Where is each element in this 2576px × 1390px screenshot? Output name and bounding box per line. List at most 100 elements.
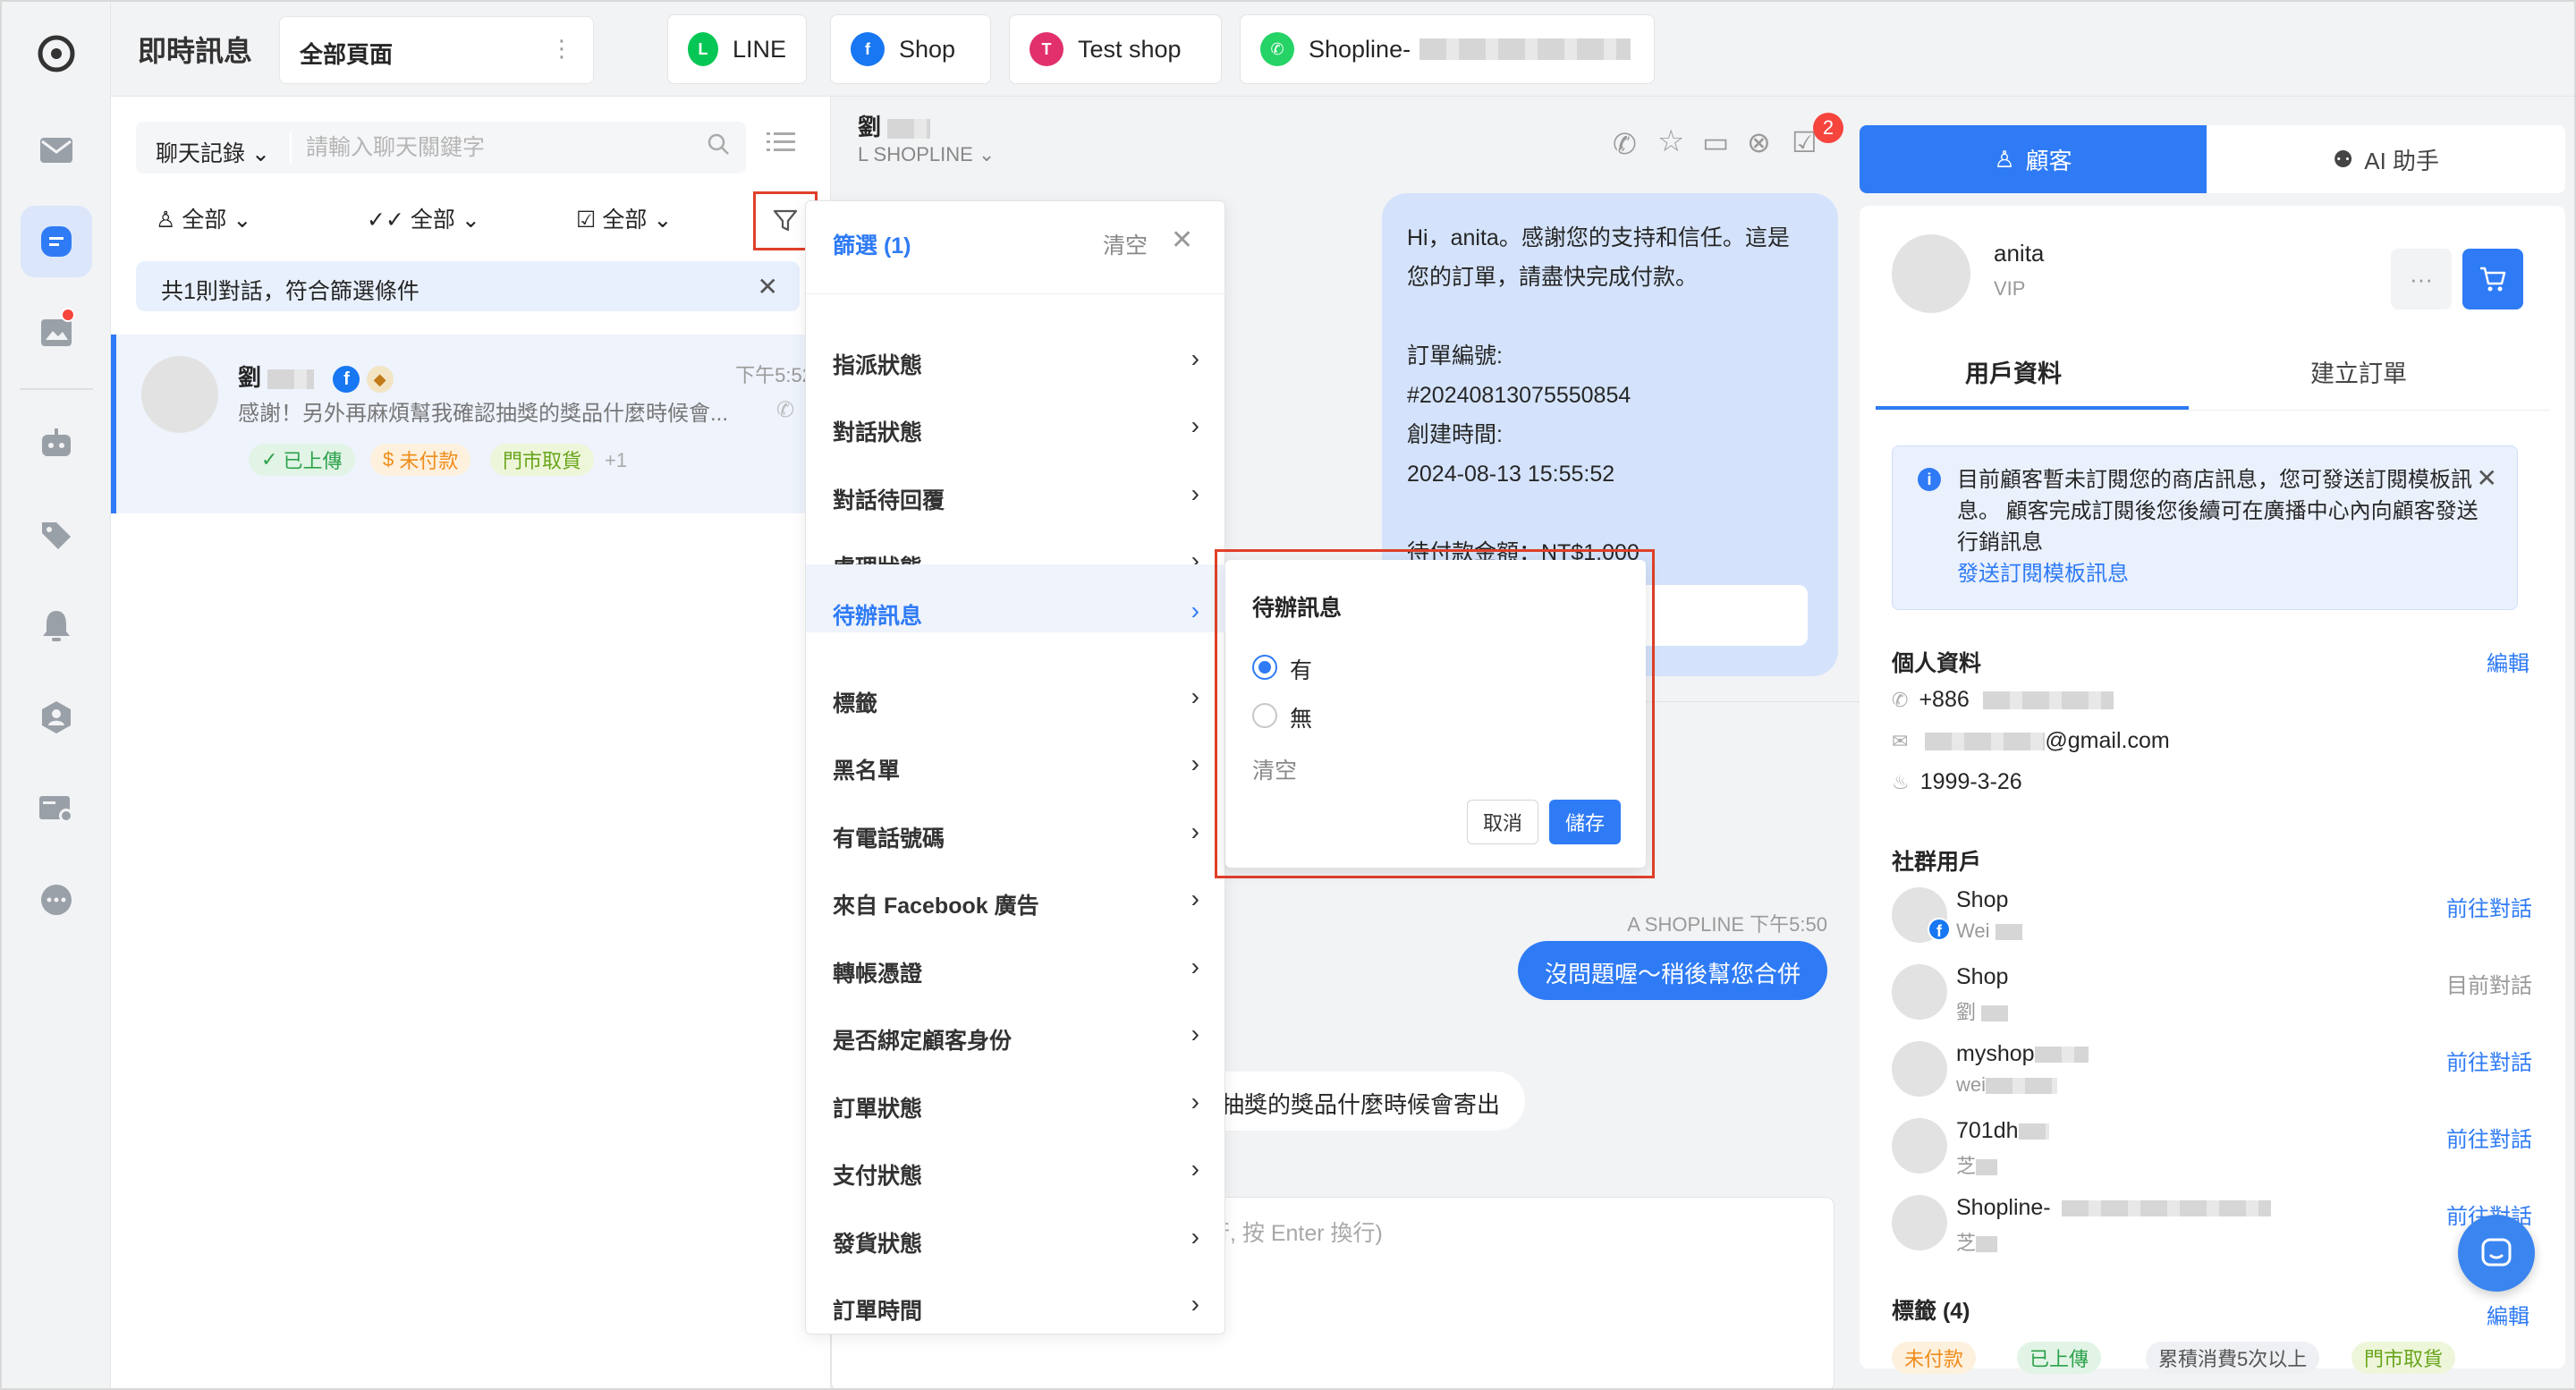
- shop-multi-icon: f: [851, 32, 885, 66]
- send-subscription-link[interactable]: 發送訂閱模板訊息: [1957, 558, 2492, 589]
- personal-info-title: 個人資料: [1892, 651, 1982, 676]
- avatar: [141, 356, 218, 433]
- filter-item-order-status[interactable]: 訂單狀態 ›: [806, 1072, 1226, 1138]
- tab-customer[interactable]: ♙ 顧客: [1860, 125, 2207, 193]
- left-sidebar: [2, 2, 111, 1388]
- chevron-right-icon: ›: [1191, 1223, 1199, 1250]
- channel-tab-label: Shopline-: [1309, 35, 1411, 63]
- avatar: [1892, 234, 1970, 313]
- filter-item-awaiting-reply[interactable]: 對話待回覆 ›: [806, 463, 1226, 530]
- go-to-conversation-link[interactable]: 前往對話: [2446, 1045, 2532, 1076]
- filter-item-tags[interactable]: 標籤 ›: [806, 666, 1226, 733]
- tag-store-pickup: 門市取貨: [490, 444, 595, 476]
- close-icon[interactable]: ✕: [2477, 462, 2497, 494]
- tag-unpaid: 未付款: [1892, 1342, 1977, 1374]
- settings-card-icon[interactable]: [21, 773, 92, 844]
- edit-tags-button[interactable]: 編輯: [2487, 1299, 2529, 1330]
- search-mode-select[interactable]: 聊天記錄 ⌄: [156, 136, 270, 168]
- double-check-icon: ✓✓: [367, 208, 404, 233]
- message-meta: A SHOPLINE 下午5:50: [1627, 913, 1827, 936]
- team-icon[interactable]: [21, 682, 92, 753]
- bell-icon[interactable]: [21, 590, 92, 662]
- conversation-preview: 感謝！另外再麻煩幫我確認抽獎的獎品什麼時候會...: [238, 402, 729, 426]
- order-message-line: Hi，anita。感謝您的支持和信任。這是: [1407, 225, 1790, 250]
- notification-badge: 2: [1813, 113, 1843, 143]
- go-to-conversation-link[interactable]: 前往對話: [2446, 1122, 2532, 1153]
- order-message-line: 您的訂單，請盡快完成付款。: [1407, 265, 1699, 290]
- conversation-item[interactable]: 劉 f ◆ 下午5:52 感謝！另外再麻煩幫我確認抽獎的獎品什麼時候會... ✆…: [111, 335, 831, 513]
- radio-no-label[interactable]: 無: [1290, 701, 1312, 733]
- logo-icon[interactable]: [21, 18, 92, 89]
- channel-tab-line[interactable]: L LINE: [667, 14, 807, 84]
- radio-no[interactable]: [1252, 703, 1277, 728]
- filter-item-conversation-status[interactable]: 對話狀態 ›: [806, 395, 1226, 462]
- social-user-name: 701dh: [1956, 1118, 2049, 1144]
- customer-card: anita VIP ··· 用戶資料 建立訂單 i 目前顧客暫未訂閱您的商店訊息…: [1860, 206, 2565, 1374]
- close-icon[interactable]: ✕: [758, 272, 778, 301]
- order-message-line: #20240813075550854: [1407, 383, 1631, 408]
- cart-button[interactable]: [2462, 249, 2523, 309]
- tab-user-profile[interactable]: 用戶資料: [1965, 354, 2062, 389]
- broadcast-icon[interactable]: [21, 297, 92, 369]
- bot-icon[interactable]: [21, 408, 92, 479]
- current-conversation-label: 目前對話: [2446, 974, 2532, 998]
- pending-messages-popover: 待辦訊息 有 無 清空 取消 儲存: [1225, 560, 1646, 868]
- go-to-conversation-link[interactable]: 前往對話: [2446, 891, 2532, 922]
- close-icon[interactable]: ✕: [1171, 225, 1193, 256]
- radio-yes-label[interactable]: 有: [1290, 653, 1312, 685]
- social-user-name: Shopline-: [1956, 1195, 2271, 1221]
- chevron-right-icon: ›: [1191, 1290, 1199, 1318]
- help-chat-button[interactable]: [2458, 1215, 2535, 1292]
- social-user-sub: wei: [1956, 1073, 2058, 1097]
- chat-contact-channel[interactable]: L SHOPLINE ⌄: [858, 143, 995, 166]
- popover-clear-button[interactable]: 清空: [1252, 753, 1297, 785]
- save-button[interactable]: 儲存: [1549, 800, 1621, 844]
- search-divider: [290, 131, 292, 165]
- inbox-icon[interactable]: [21, 114, 92, 186]
- channel-tab-shop[interactable]: f Shop: [830, 14, 991, 84]
- social-user-row: f Shop Wei 前往對話: [1892, 882, 2532, 959]
- todo-filter[interactable]: ☑ 全部 ⌄: [576, 202, 672, 234]
- more-icon[interactable]: [21, 864, 92, 936]
- tag-uploaded: 已上傳: [2017, 1342, 2102, 1374]
- tab-ai-assistant[interactable]: ⚉ AI 助手: [2207, 125, 2565, 193]
- filter-item-assign-status[interactable]: 指派狀態 ›: [806, 328, 1226, 394]
- assignee-filter[interactable]: ♙ 全部 ⌄: [156, 202, 251, 234]
- search-icon[interactable]: [707, 132, 730, 162]
- edit-personal-button[interactable]: 編輯: [2487, 646, 2529, 677]
- read-status-filter[interactable]: ✓✓ 全部 ⌄: [367, 202, 480, 234]
- channel-tab-whatsapp[interactable]: ✆ Shopline-: [1240, 14, 1655, 84]
- mail-icon: ✉: [1892, 730, 1909, 752]
- filter-item-customer-binding[interactable]: 是否綁定顧客身份 ›: [806, 1004, 1226, 1070]
- tab-create-order[interactable]: 建立訂單: [2310, 354, 2407, 389]
- page-selector[interactable]: 全部頁面 ⋮: [279, 16, 594, 84]
- cart-icon: [2480, 267, 2506, 292]
- tag-icon[interactable]: [21, 499, 92, 571]
- chat-contact-name: 劉: [858, 109, 931, 142]
- filter-item-payment-status[interactable]: 支付狀態 ›: [806, 1139, 1226, 1205]
- filter-item-has-phone[interactable]: 有電話號碼 ›: [806, 801, 1226, 868]
- filter-item-facebook-ad[interactable]: 來自 Facebook 廣告 ›: [806, 869, 1226, 935]
- filter-clear-button[interactable]: 清空: [1103, 228, 1148, 260]
- block-icon[interactable]: ⊗: [1747, 125, 1771, 159]
- tags-title: 標籤 (4): [1892, 1299, 1970, 1324]
- radio-yes[interactable]: [1252, 655, 1277, 680]
- comment-icon[interactable]: ▭: [1702, 125, 1729, 159]
- filter-item-transfer-proof[interactable]: 轉帳憑證 ›: [806, 937, 1226, 1003]
- more-options-button[interactable]: ···: [2391, 249, 2452, 309]
- phone-icon[interactable]: ✆: [1613, 127, 1637, 161]
- list-view-icon[interactable]: [767, 129, 795, 162]
- line-icon: L: [688, 32, 718, 66]
- filter-item-order-time[interactable]: 訂單時間 ›: [806, 1274, 1226, 1340]
- cancel-button[interactable]: 取消: [1467, 800, 1538, 844]
- chat-icon[interactable]: [21, 206, 92, 277]
- redacted-text: [1982, 691, 2114, 710]
- search-input[interactable]: [306, 131, 691, 165]
- channel-tab-test-shop[interactable]: T Test shop: [1009, 14, 1222, 84]
- filter-item-pending-messages[interactable]: 待辦訊息 ›: [806, 564, 1226, 632]
- filter-item-blacklist[interactable]: 黑名單 ›: [806, 733, 1226, 800]
- phone-icon: ✆: [1892, 689, 1909, 711]
- vertical-dots-icon[interactable]: ⋮: [550, 35, 573, 63]
- star-icon[interactable]: ☆: [1657, 123, 1684, 159]
- filter-item-shipping-status[interactable]: 發貨狀態 ›: [806, 1207, 1226, 1273]
